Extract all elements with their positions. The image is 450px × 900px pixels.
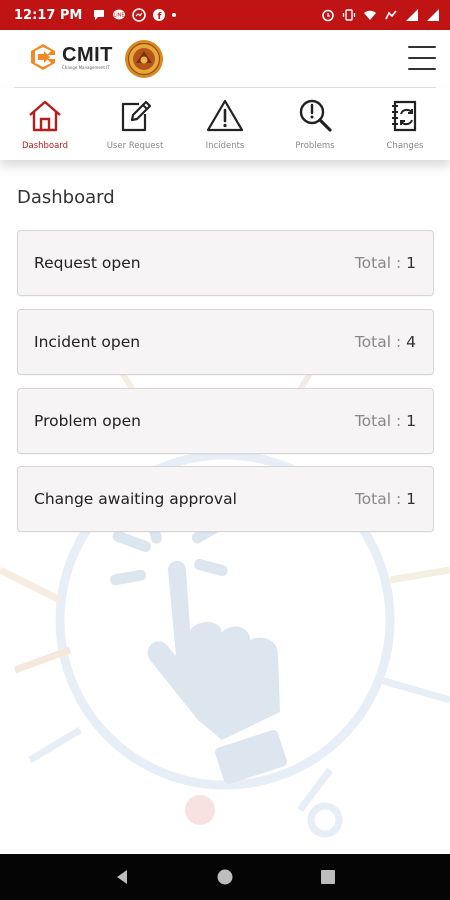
home-button[interactable] <box>205 857 245 897</box>
signal-icon-2 <box>427 9 439 21</box>
search-icon <box>299 99 332 132</box>
request-open-card[interactable]: Request open Total : 1 <box>17 230 434 296</box>
card-total: Total : 1 <box>355 254 416 272</box>
status-time: 12:17 PM <box>14 7 83 23</box>
incident-open-card[interactable]: Incident open Total : 4 <box>17 309 434 375</box>
organization-seal-icon <box>125 40 163 78</box>
edit-icon <box>121 100 152 132</box>
card-title: Change awaiting approval <box>34 490 237 508</box>
card-title: Incident open <box>34 333 141 351</box>
total-label: Total : <box>354 490 407 508</box>
total-count: 4 <box>406 333 416 351</box>
notebook-refresh-icon <box>392 100 417 132</box>
logo-title: CMIT <box>62 43 113 66</box>
status-bar: 12:17 PM LINE f <box>0 0 450 30</box>
back-icon <box>116 870 127 884</box>
total-count: 1 <box>406 254 416 272</box>
card-title: Request open <box>34 254 141 272</box>
svg-text:f: f <box>158 12 162 22</box>
tab-changes[interactable]: Changes <box>360 88 450 160</box>
tab-label: Dashboard <box>21 141 69 151</box>
system-status-icons <box>321 8 440 22</box>
tab-problems[interactable]: Problems <box>270 88 360 160</box>
tab-dashboard[interactable]: Dashboard <box>0 88 90 160</box>
facebook-icon: f <box>153 9 166 22</box>
warning-icon <box>206 99 244 132</box>
dashboard-content: Dashboard Request open Total : 1 Inciden… <box>0 160 450 854</box>
app-header: CMIT Change Management IT <box>0 30 450 88</box>
home-icon <box>29 100 61 132</box>
data-saver-icon <box>385 10 397 20</box>
total-label: Total : <box>354 412 407 430</box>
tab-incidents[interactable]: Incidents <box>180 88 270 160</box>
card-total: Total : 4 <box>355 333 416 351</box>
tab-label: User Request <box>106 141 164 151</box>
main-nav-tabs: Dashboard User Request Incidents Problem… <box>0 88 450 160</box>
page-title: Dashboard <box>17 187 115 208</box>
signal-icon <box>406 9 418 21</box>
wifi-icon <box>364 10 376 20</box>
system-navigation-bar <box>0 854 450 900</box>
svg-text:LINE: LINE <box>114 13 125 19</box>
hamburger-menu-icon[interactable] <box>408 46 436 70</box>
notification-icons: LINE f <box>92 8 177 22</box>
total-count: 1 <box>406 490 416 508</box>
dot-icon <box>172 13 177 17</box>
line-icon: LINE <box>113 9 126 20</box>
cmit-logo-icon <box>31 44 55 70</box>
recents-button[interactable] <box>308 857 348 897</box>
vibrate-icon <box>342 9 356 21</box>
tab-label: Incidents <box>205 141 245 151</box>
logo-subtitle: Change Management IT <box>62 64 110 70</box>
back-button[interactable] <box>102 857 142 897</box>
total-label: Total : <box>354 254 407 272</box>
messenger-icon <box>132 8 147 22</box>
total-count: 1 <box>406 412 416 430</box>
recents-icon <box>321 870 336 884</box>
chat-bubble-icon <box>94 10 105 20</box>
alarm-icon <box>322 9 334 22</box>
total-label: Total : <box>354 333 407 351</box>
tab-user-request[interactable]: User Request <box>90 88 180 160</box>
tab-label: Changes <box>386 141 424 151</box>
card-title: Problem open <box>34 412 141 430</box>
problem-open-card[interactable]: Problem open Total : 1 <box>17 388 434 454</box>
change-awaiting-approval-card[interactable]: Change awaiting approval Total : 1 <box>17 466 434 532</box>
cmit-logo: CMIT Change Management IT <box>28 42 113 72</box>
card-total: Total : 1 <box>355 412 416 430</box>
card-total: Total : 1 <box>355 490 416 508</box>
tab-label: Problems <box>295 141 335 151</box>
home-circle-icon <box>217 869 233 885</box>
